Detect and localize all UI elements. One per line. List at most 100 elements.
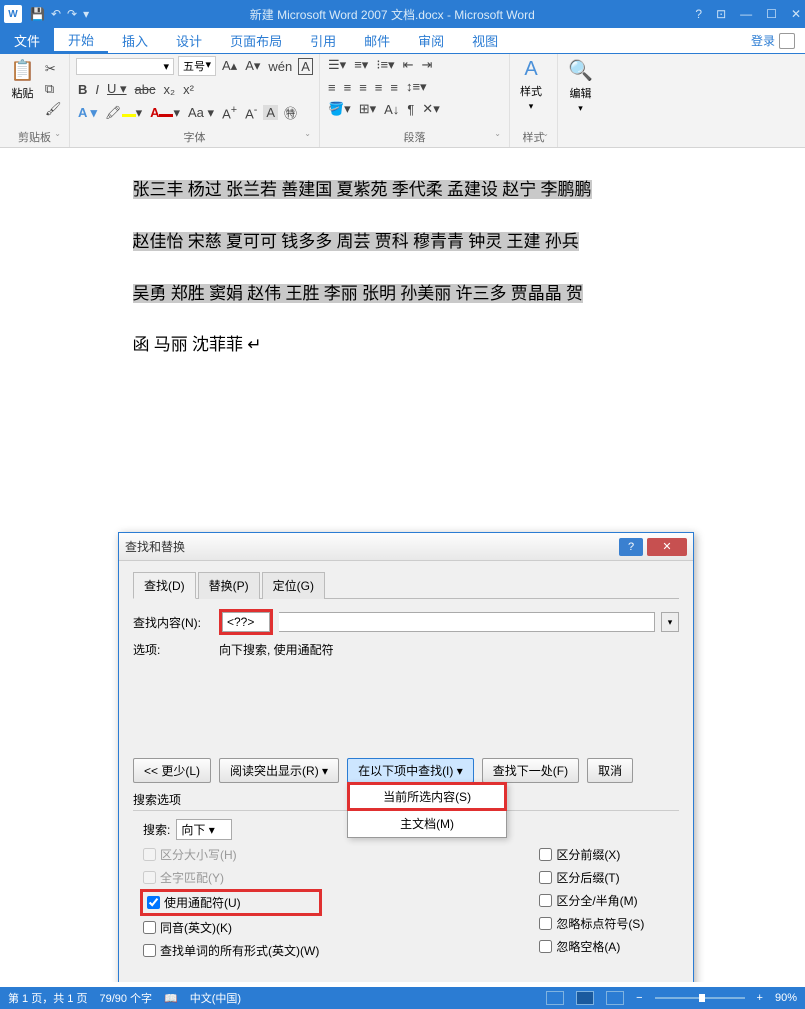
grow-font2-icon[interactable]: A+ <box>220 103 239 122</box>
status-language[interactable]: 中文(中国) <box>190 990 241 1006</box>
qat-redo-icon[interactable]: ↷ <box>67 7 77 21</box>
highlight-color-icon[interactable]: 🖍▾ <box>103 104 144 122</box>
grow-font-icon[interactable]: A▴ <box>220 57 239 75</box>
increase-indent-icon[interactable]: ⇥ <box>419 56 434 74</box>
qat-undo-icon[interactable]: ↶ <box>51 7 61 21</box>
tab-file[interactable]: 文件 <box>0 28 54 53</box>
doc-line-3[interactable]: 吴勇 郑胜 窦娟 赵伟 王胜 李丽 张明 孙美丽 许三多 贾晶晶 贺 <box>133 284 584 303</box>
justify-icon[interactable]: ≡ <box>373 79 385 96</box>
help-icon[interactable]: ? <box>695 7 702 21</box>
tab-design[interactable]: 设计 <box>162 28 216 53</box>
styles-button[interactable]: A 样式 ▾ <box>516 56 546 114</box>
status-page[interactable]: 第 1 页，共 1 页 <box>8 990 87 1006</box>
cancel-button[interactable]: 取消 <box>587 758 633 783</box>
doc-line-4[interactable]: 函 马丽 沈菲菲 ↵ <box>133 333 673 357</box>
view-print-layout[interactable] <box>576 991 594 1005</box>
chk-suffix[interactable]: 区分后缀(T) <box>539 869 644 886</box>
dialog-close-button[interactable]: ✕ <box>647 538 687 556</box>
status-words[interactable]: 79/90 个字 <box>99 990 152 1006</box>
char-border-icon[interactable]: A <box>298 58 313 75</box>
align-left-icon[interactable]: ≡ <box>326 79 338 96</box>
find-history-dropdown[interactable]: ▾ <box>661 612 679 632</box>
copy-icon[interactable]: ⧉ <box>43 80 64 98</box>
shading-icon[interactable]: 🪣▾ <box>326 100 353 118</box>
tab-replace[interactable]: 替换(P) <box>198 572 260 599</box>
format-painter-icon[interactable]: 🖌 <box>43 100 64 118</box>
reading-highlight-button[interactable]: 阅读突出显示(R) ▾ <box>219 758 339 783</box>
paste-button[interactable]: 📋 粘贴 <box>6 56 39 103</box>
strikethrough-button[interactable]: abc <box>133 81 158 98</box>
superscript-button[interactable]: x² <box>181 81 196 98</box>
minimize-icon[interactable]: ― <box>740 7 752 21</box>
text-effects-icon[interactable]: A ▾ <box>76 104 99 122</box>
tab-review[interactable]: 审阅 <box>404 28 458 53</box>
tab-view[interactable]: 视图 <box>458 28 512 53</box>
chk-use-wildcards[interactable]: 使用通配符(U) <box>143 892 319 913</box>
cut-icon[interactable]: ✂ <box>43 60 64 78</box>
italic-button[interactable]: I <box>93 81 101 98</box>
subscript-button[interactable]: x₂ <box>162 81 178 98</box>
tab-layout[interactable]: 页面布局 <box>216 28 296 53</box>
char-shading-icon[interactable]: A <box>263 105 278 120</box>
font-color-icon[interactable]: A▾ <box>148 104 182 122</box>
find-next-button[interactable]: 查找下一处(F) <box>482 758 579 783</box>
menu-main-document[interactable]: 主文档(M) <box>348 810 506 837</box>
maximize-icon[interactable]: ☐ <box>766 7 777 21</box>
status-proofing-icon[interactable]: 📖 <box>164 992 178 1005</box>
chk-prefix[interactable]: 区分前缀(X) <box>539 846 644 863</box>
find-input-rest[interactable] <box>279 612 655 632</box>
doc-line-2[interactable]: 赵佳怡 宋慈 夏可可 钱多多 周芸 贾科 穆青青 钟灵 王建 孙兵 <box>133 232 579 251</box>
decrease-indent-icon[interactable]: ⇤ <box>401 56 416 74</box>
multilevel-icon[interactable]: ⁝≡▾ <box>374 56 396 74</box>
login-link[interactable]: 登录 <box>741 28 805 53</box>
tab-insert[interactable]: 插入 <box>108 28 162 53</box>
close-icon[interactable]: ✕ <box>791 7 801 21</box>
tab-home[interactable]: 开始 <box>54 28 108 53</box>
line-spacing-icon[interactable]: ↕≡▾ <box>404 78 429 96</box>
align-center-icon[interactable]: ≡ <box>342 79 354 96</box>
chk-ignore-punct[interactable]: 忽略标点符号(S) <box>539 915 644 932</box>
chk-full-half[interactable]: 区分全/半角(M) <box>539 892 644 909</box>
tab-mail[interactable]: 邮件 <box>350 28 404 53</box>
zoom-slider[interactable] <box>655 997 745 999</box>
doc-line-1[interactable]: 张三丰 杨过 张兰若 善建国 夏紫苑 季代柔 孟建设 赵宁 李鹏鹏 <box>133 180 592 199</box>
dialog-help-button[interactable]: ? <box>619 538 643 556</box>
text-direction-icon[interactable]: ✕▾ <box>420 100 441 118</box>
ribbon-collapse-icon[interactable]: ⊡ <box>716 7 726 21</box>
numbering-icon[interactable]: ≡▾ <box>352 56 370 74</box>
editing-button[interactable]: 🔍 编辑 ▾ <box>564 56 597 116</box>
enclose-char-icon[interactable]: ㊕ <box>282 102 299 123</box>
distribute-icon[interactable]: ≡ <box>388 79 400 96</box>
chk-ignore-space[interactable]: 忽略空格(A) <box>539 938 644 955</box>
find-input[interactable] <box>222 612 270 632</box>
borders-icon[interactable]: ⊞▾ <box>357 100 378 118</box>
bold-button[interactable]: B <box>76 81 89 98</box>
tab-references[interactable]: 引用 <box>296 28 350 53</box>
less-button[interactable]: << 更少(L) <box>133 758 211 783</box>
zoom-in-button[interactable]: + <box>757 992 763 1004</box>
menu-current-selection[interactable]: 当前所选内容(S) <box>348 783 506 810</box>
show-marks-icon[interactable]: ¶ <box>405 101 416 118</box>
tab-find[interactable]: 查找(D) <box>133 572 196 599</box>
shrink-font-icon[interactable]: A▾ <box>243 57 262 75</box>
sort-icon[interactable]: A↓ <box>382 101 401 118</box>
bullets-icon[interactable]: ☰▾ <box>326 56 348 74</box>
chk-sounds-like[interactable]: 同音(英文)(K) <box>143 919 319 936</box>
tab-goto[interactable]: 定位(G) <box>262 572 325 599</box>
align-right-icon[interactable]: ≡ <box>357 79 369 96</box>
shrink-font2-icon[interactable]: A- <box>243 103 259 122</box>
zoom-level[interactable]: 90% <box>775 992 797 1004</box>
qat-save-icon[interactable]: 💾 <box>30 7 45 21</box>
font-size-combo[interactable]: 五号▾ <box>178 56 216 76</box>
view-web-layout[interactable] <box>606 991 624 1005</box>
dialog-titlebar[interactable]: 查找和替换 ? ✕ <box>119 533 693 561</box>
underline-button[interactable]: U ▾ <box>105 80 129 98</box>
phonetic-guide-icon[interactable]: wén <box>266 58 294 75</box>
change-case-icon[interactable]: Aa ▾ <box>186 104 216 122</box>
search-direction-select[interactable]: 向下 ▾ <box>176 819 231 840</box>
view-read-mode[interactable] <box>546 991 564 1005</box>
font-family-combo[interactable]: ▾ <box>76 58 174 75</box>
chk-all-word-forms[interactable]: 查找单词的所有形式(英文)(W) <box>143 942 319 959</box>
zoom-out-button[interactable]: − <box>636 992 642 1004</box>
find-in-button[interactable]: 在以下项中查找(I) ▾ <box>347 758 474 783</box>
